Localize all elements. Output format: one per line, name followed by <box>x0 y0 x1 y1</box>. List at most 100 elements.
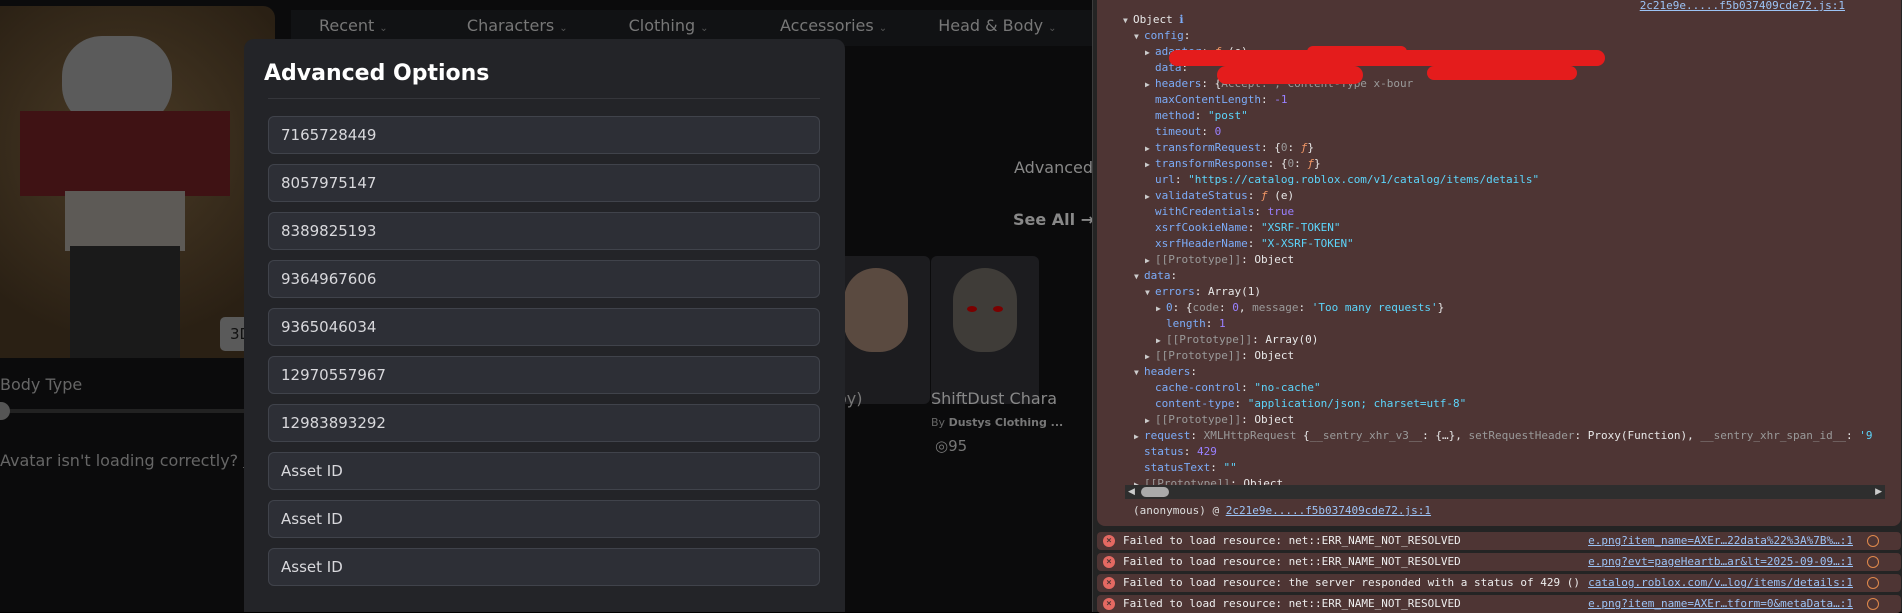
token: method <box>1155 109 1195 122</box>
asset-id-input[interactable]: 7165728449 <box>268 116 820 154</box>
error-source-link[interactable]: e.png?item_name=AXEr…22data%22%3A%7B%…:1 <box>1588 532 1853 550</box>
console-tree-line: statusText: "" <box>1134 460 1237 476</box>
collapse-triangle-icon[interactable]: ▶ <box>1134 429 1144 445</box>
asset-id-input[interactable]: Asset ID <box>268 452 820 490</box>
token: withCredentials <box>1155 205 1255 218</box>
token: ƒ <box>1260 189 1268 202</box>
error-source-link[interactable]: e.png?item_name=AXEr…tform=0&metaData…:1 <box>1588 595 1853 613</box>
error-icon: × <box>1103 577 1115 589</box>
token: request <box>1144 429 1191 442</box>
item-name[interactable]: ShiftDust Chara <box>931 389 1057 408</box>
collapse-triangle-icon[interactable]: ▶ <box>1145 349 1155 365</box>
chevron-down-icon: ⌄ <box>1048 23 1057 34</box>
devtools-console: 2c21e9e.....f5b037409cde72.js:1 ▼ Object … <box>1092 0 1902 613</box>
console-tree-line[interactable]: ▼ headers: <box>1134 364 1197 380</box>
collapse-triangle-icon[interactable]: ▶ <box>1145 77 1155 93</box>
console-tree-line[interactable]: ▶ transformResponse: {0: ƒ} <box>1145 156 1321 172</box>
error-message: Failed to load resource: net::ERR_NAME_N… <box>1123 597 1461 610</box>
network-request-icon[interactable] <box>1867 598 1879 610</box>
asset-id-input[interactable]: 12983893292 <box>268 404 820 442</box>
asset-id-input[interactable]: 9364967606 <box>268 260 820 298</box>
console-tree-line[interactable]: ▼ data: <box>1134 268 1177 284</box>
token: : <box>1247 237 1261 250</box>
collapse-triangle-icon[interactable]: ▶ <box>1145 413 1155 429</box>
network-request-icon[interactable] <box>1867 577 1879 589</box>
token: : <box>1183 445 1197 458</box>
robux-icon: ◎ <box>935 437 949 455</box>
token: } <box>1313 157 1321 170</box>
input-value: 7165728449 <box>281 126 377 144</box>
token: } <box>1307 141 1314 154</box>
scroll-right-icon[interactable]: ▶ <box>1875 485 1882 499</box>
console-tree-line[interactable]: ▼ config: <box>1134 28 1190 44</box>
creator-link[interactable]: Dustys Clothing ... <box>949 416 1064 429</box>
token: : <box>1247 221 1261 234</box>
nav-item[interactable]: Characters ⌄ <box>467 16 568 35</box>
expand-triangle-icon[interactable]: ▼ <box>1123 13 1133 29</box>
nav-item[interactable]: Accessories ⌄ <box>780 16 887 35</box>
scroll-left-icon[interactable]: ◀ <box>1128 485 1135 499</box>
console-tree-line[interactable]: ▶ transformRequest: {0: ƒ} <box>1145 140 1314 156</box>
expand-triangle-icon[interactable]: ▼ <box>1134 29 1144 45</box>
nav-item[interactable]: Recent ⌄ <box>319 16 388 35</box>
expand-triangle-icon[interactable]: ▼ <box>1145 285 1155 301</box>
expand-triangle-icon[interactable]: ▼ <box>1134 269 1144 285</box>
avatar-preview[interactable]: 3D <box>0 6 275 358</box>
console-tree-line[interactable]: ▶ 0: {code: 0, message: 'Too many request… <box>1156 300 1444 316</box>
token: : Object <box>1241 349 1295 362</box>
asset-id-input[interactable]: Asset ID <box>268 548 820 586</box>
body-type-slider-thumb[interactable] <box>0 402 10 420</box>
collapse-triangle-icon[interactable]: ▶ <box>1145 253 1155 269</box>
source-link[interactable]: 2c21e9e.....f5b037409cde72.js:1 <box>1640 0 1845 11</box>
console-tree-line[interactable]: ▼ errors: Array(1) <box>1145 284 1261 300</box>
console-tree-line: timeout: 0 <box>1145 124 1221 140</box>
horizontal-scrollbar[interactable]: ◀ ▶ <box>1125 485 1885 499</box>
see-all-link[interactable]: See All → <box>1013 210 1092 229</box>
token: : Object <box>1241 413 1295 426</box>
console-tree-line[interactable]: ▶[[Prototype]]: Object <box>1145 412 1294 428</box>
asset-id-input[interactable]: 8389825193 <box>268 212 820 250</box>
advanced-button[interactable]: Advanced <box>1014 158 1092 177</box>
eye <box>993 306 1003 312</box>
collapse-triangle-icon[interactable]: ▶ <box>1145 141 1155 157</box>
asset-id-input[interactable]: 12970557967 <box>268 356 820 394</box>
token: 'Too many requests' <box>1311 301 1438 314</box>
token: : <box>1219 301 1233 314</box>
console-tree-line[interactable]: ▶[[Prototype]]: Object <box>1145 348 1294 364</box>
error-icon: × <box>1103 598 1115 610</box>
token: Object <box>1133 13 1180 26</box>
nav-item[interactable]: Clothing ⌄ <box>629 16 709 35</box>
collapse-triangle-icon[interactable]: ▶ <box>1145 189 1155 205</box>
asset-id-input[interactable]: 8057975147 <box>268 164 820 202</box>
network-request-icon[interactable] <box>1867 535 1879 547</box>
collapse-triangle-icon[interactable]: ▶ <box>1156 333 1166 349</box>
nav-item[interactable]: Head & Body ⌄ <box>938 16 1056 35</box>
token: : <box>1205 317 1219 330</box>
asset-id-input[interactable]: Asset ID <box>268 500 820 538</box>
console-tree-line[interactable]: ▶ [[Prototype]]: Array(0) <box>1156 332 1318 348</box>
console-tree-line[interactable]: ▶ request: XMLHttpRequest {__sentry_xhr_v… <box>1134 428 1873 444</box>
avatar-legs <box>70 246 180 358</box>
stack-trace: (anonymous) @ 2c21e9e.....f5b037409cde72… <box>1133 504 1431 517</box>
stack-link[interactable]: 2c21e9e.....f5b037409cde72.js:1 <box>1226 504 1431 517</box>
token: : { <box>1267 157 1288 170</box>
error-source-link[interactable]: catalog.roblox.com/v…log/items/details:1 <box>1588 574 1853 592</box>
expand-triangle-icon[interactable]: ▼ <box>1134 365 1144 381</box>
input-placeholder: Asset ID <box>281 462 343 480</box>
body-type-slider[interactable] <box>0 409 260 413</box>
collapse-triangle-icon[interactable]: ▶ <box>1145 45 1155 61</box>
error-source-link[interactable]: e.png?evt=pageHeartb…ar&lt=2025-09-09…:1 <box>1588 553 1853 571</box>
token: : <box>1241 381 1255 394</box>
network-request-icon[interactable] <box>1867 556 1879 568</box>
nav-label: Clothing <box>628 16 696 35</box>
scrollbar-thumb[interactable] <box>1141 487 1169 497</box>
console-tree-line[interactable]: ▶ validateStatus: ƒ (e) <box>1145 188 1294 204</box>
collapse-triangle-icon[interactable]: ▶ <box>1145 157 1155 173</box>
console-tree-line[interactable]: ▶[[Prototype]]: Object <box>1145 252 1294 268</box>
asset-id-input[interactable]: 9365046034 <box>268 308 820 346</box>
input-value: 9364967606 <box>281 270 377 288</box>
collapse-triangle-icon[interactable]: ▶ <box>1156 301 1166 317</box>
console-tree-line[interactable]: ▼ Object ℹ <box>1123 12 1184 28</box>
item-card[interactable] <box>931 256 1039 404</box>
token: "X-XSRF-TOKEN" <box>1260 237 1354 250</box>
